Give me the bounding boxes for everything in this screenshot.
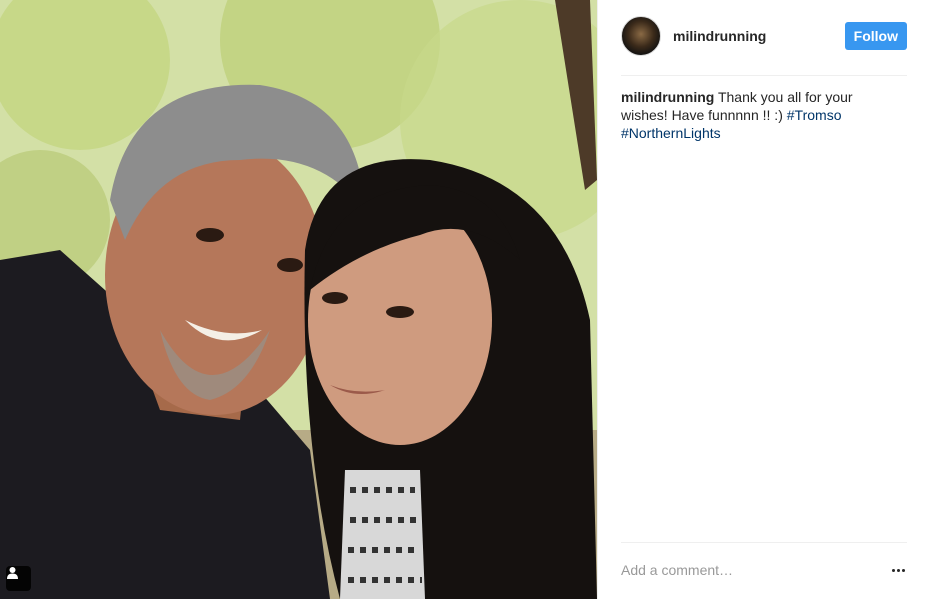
dot [892,568,895,572]
comment-input[interactable] [621,562,861,578]
more-options-icon[interactable] [890,560,907,580]
author-username[interactable]: milindrunning [673,28,845,44]
post-sidebar: milindrunning Follow milindrunning Thank… [597,0,929,599]
header-divider [621,75,907,76]
hashtag-tromso[interactable]: #Tromso [787,107,842,123]
post-photo[interactable] [0,0,597,599]
comment-bar [621,556,907,584]
dot [902,568,905,572]
person-silhouette-icon [7,567,18,579]
comment-divider [621,542,907,543]
person-tag-icon[interactable] [6,566,31,591]
dot [897,568,900,572]
instagram-post: milindrunning Follow milindrunning Thank… [0,0,929,599]
avatar[interactable] [621,16,661,56]
photo-illustration [0,0,597,599]
hashtag-northernlights[interactable]: #NorthernLights [621,125,721,141]
follow-button[interactable]: Follow [844,22,907,50]
post-header: milindrunning Follow [621,14,907,58]
caption-username[interactable]: milindrunning [621,89,714,105]
post-caption: milindrunning Thank you all for your wis… [621,88,891,142]
